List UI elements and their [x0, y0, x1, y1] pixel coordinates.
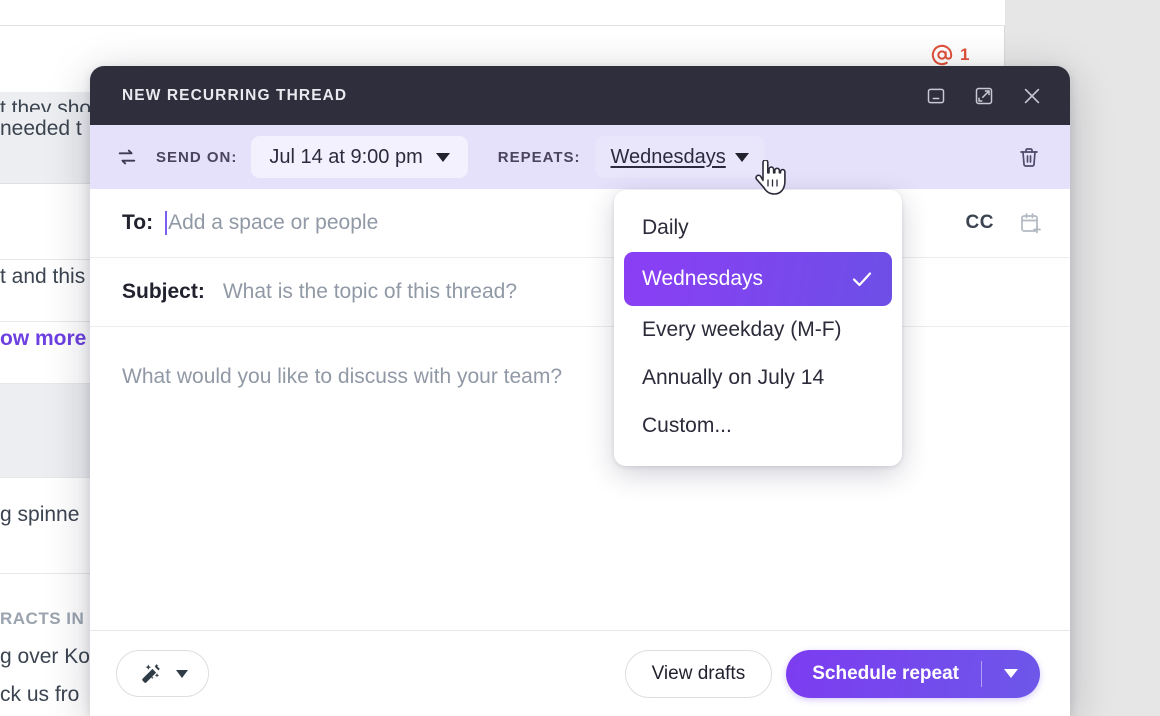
close-icon — [1024, 88, 1040, 103]
send-on-value: Jul 14 at 9:00 pm — [269, 145, 423, 168]
schedule-repeat-options-button[interactable] — [982, 669, 1040, 678]
check-icon — [852, 272, 872, 287]
at-mention-icon — [931, 44, 953, 66]
dropdown-option-label: Daily — [642, 216, 689, 239]
chevron-down-icon — [1004, 669, 1018, 678]
mention-badge[interactable]: 1 — [931, 44, 969, 66]
dropdown-option-wednesdays[interactable]: Wednesdays — [624, 252, 892, 306]
delete-button[interactable] — [1012, 140, 1046, 174]
new-recurring-thread-modal: NEW RECURRING THREAD SEND ON: Jul 14 at … — [90, 66, 1070, 716]
subject-field-row[interactable]: Subject: What is the topic of this threa… — [90, 258, 1070, 327]
close-button[interactable] — [1018, 82, 1046, 110]
dropdown-option-daily[interactable]: Daily — [624, 204, 892, 252]
dropdown-option-every-weekday[interactable]: Every weekday (M-F) — [624, 306, 892, 354]
modal-footer: View drafts Schedule repeat — [90, 630, 1070, 716]
repeats-label: REPEATS: — [497, 148, 581, 166]
modal-header: NEW RECURRING THREAD — [90, 66, 1070, 125]
dropdown-option-annually[interactable]: Annually on July 14 — [624, 354, 892, 402]
dropdown-option-custom[interactable]: Custom... — [624, 402, 892, 450]
dropdown-option-label: Every weekday (M-F) — [642, 318, 842, 341]
send-on-label: SEND ON: — [156, 148, 238, 166]
minimize-button[interactable] — [922, 82, 950, 110]
repeats-dropdown[interactable]: Wednesdays — [594, 136, 765, 178]
repeat-sync-icon — [114, 144, 140, 170]
background-topbar — [0, 0, 1005, 26]
to-field-row[interactable]: To: Add a space or people CC — [90, 189, 1070, 258]
ai-assist-button[interactable] — [116, 650, 209, 697]
expand-button[interactable] — [970, 82, 998, 110]
repeats-dropdown-menu: Daily Wednesdays Every weekday (M-F) Ann… — [614, 190, 902, 466]
subject-label: Subject: — [122, 280, 205, 303]
chevron-down-icon — [734, 152, 749, 162]
to-label: To: — [122, 211, 154, 234]
schedule-repeat-button[interactable]: Schedule repeat — [786, 663, 981, 685]
modal-title: NEW RECURRING THREAD — [122, 86, 348, 104]
minimize-icon — [927, 88, 945, 103]
dropdown-option-label: Wednesdays — [642, 267, 764, 290]
magic-wand-icon — [142, 663, 160, 683]
dropdown-option-label: Annually on July 14 — [642, 366, 825, 389]
text-cursor — [165, 211, 168, 235]
calendar-add-icon — [1021, 213, 1041, 234]
send-on-dropdown[interactable]: Jul 14 at 9:00 pm — [251, 136, 468, 178]
cc-button[interactable]: CC — [966, 212, 994, 234]
schedule-bar: SEND ON: Jul 14 at 9:00 pm REPEATS: Wedn… — [90, 125, 1070, 189]
repeats-value: Wednesdays — [610, 145, 726, 168]
window-controls — [922, 82, 1046, 110]
view-drafts-button[interactable]: View drafts — [624, 649, 773, 698]
message-body-area[interactable]: What would you like to discuss with your… — [90, 327, 1070, 667]
chevron-down-icon — [176, 669, 188, 678]
trash-icon — [1020, 148, 1038, 167]
mention-count: 1 — [960, 45, 970, 64]
schedule-repeat-button-group: Schedule repeat — [786, 649, 1040, 698]
dropdown-option-label: Custom... — [642, 414, 732, 437]
expand-icon — [975, 87, 993, 104]
chevron-down-icon — [435, 152, 450, 162]
add-to-calendar-button[interactable] — [1016, 208, 1046, 238]
